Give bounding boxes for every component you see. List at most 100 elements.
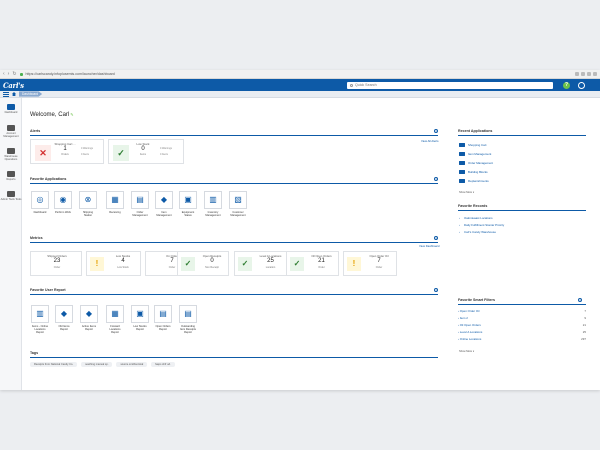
view-all-alerts-link[interactable]: View All Alerts (421, 139, 439, 143)
recent-app-link[interactable]: Item Management (468, 152, 491, 156)
bookmark-icon[interactable] (575, 72, 579, 76)
sidebar-item-admin-tools[interactable]: Admin Tools Tools (0, 191, 22, 201)
breadcrumb-dashboard[interactable]: Dashboard (19, 91, 43, 97)
report-tile[interactable]: ◆ Old Items Report (55, 305, 73, 331)
sidebar-item-account-management[interactable]: Account Management (0, 125, 22, 138)
report-tile-label: Low Stocks Report (133, 325, 147, 332)
info-icon[interactable]: i (434, 236, 438, 240)
reload-icon[interactable]: ↻ (12, 71, 16, 77)
smart-filter-name: › Oil Open Orders (458, 323, 481, 327)
sidebar-item-label: Dashboard (4, 111, 18, 114)
boxes-icon: ◆ (160, 195, 168, 204)
help-icon[interactable]: ? (563, 81, 570, 89)
recent-app-link[interactable]: Replenishments (468, 179, 489, 183)
smart-filter-count: 9 (584, 316, 586, 320)
metric-card[interactable]: ✓ Level A Locations 25 Location (234, 251, 289, 276)
favorite-record-link[interactable]: Oakmleaast Locations (464, 216, 493, 220)
report-tile[interactable]: ▥ Items - Online Locations Report (31, 305, 49, 335)
app-tile-customer-management[interactable]: ▧ Customer Management (229, 191, 247, 217)
app-tile-inventory-management[interactable]: ▥ Inventory Management (204, 191, 222, 217)
info-icon[interactable]: i (434, 177, 438, 181)
app-tile-label: Shipping Station (82, 211, 94, 218)
recent-app-link[interactable]: Shopping Cart (468, 143, 486, 147)
extension-icon[interactable] (587, 72, 591, 76)
info-icon[interactable]: i (434, 129, 438, 133)
address-bar[interactable]: https://carlscandy.infoplusemis.com/laun… (26, 72, 572, 76)
pallet-icon: ▦ (111, 195, 119, 204)
edit-icon[interactable]: ✎ (70, 112, 73, 117)
tag[interactable]: seething manual sp. (81, 362, 113, 368)
alert-alerts: 0 Alerts (81, 153, 89, 156)
blocks-icon (459, 170, 465, 174)
smart-filter-count: 297 (581, 337, 586, 341)
info-icon[interactable]: i (434, 288, 438, 292)
section-divider (458, 304, 586, 305)
report-tile[interactable]: ▦ Forward Locations Report (106, 305, 124, 335)
browser-window: ‹ › ↻ https://carlscandy.infoplusemis.co… (0, 70, 600, 390)
metric-card[interactable]: ✓ Open Receipts 0 Non Receipt (177, 251, 229, 276)
search-icon (350, 83, 353, 87)
forward-arrow-icon[interactable]: › (8, 71, 10, 77)
menu-icon[interactable] (593, 72, 597, 76)
hamburger-menu-icon[interactable] (3, 91, 9, 97)
app-logo[interactable]: Carl's (3, 81, 24, 90)
app-tile-order-management[interactable]: ▤ Order Management (131, 191, 149, 217)
favorite-record-link[interactable]: Carl's Candy Warehouse (464, 230, 496, 234)
report-tile[interactable]: ◆ Active Items Report (80, 305, 98, 331)
report-tile[interactable]: ▤ Outstanding Item Receipts Report (179, 305, 197, 335)
back-arrow-icon[interactable]: ‹ (3, 71, 5, 77)
smart-filter-row[interactable]: › Level A Locations 25 (458, 330, 586, 334)
app-tile-perform-work[interactable]: ◉ Perform Work (54, 191, 72, 214)
show-more-link[interactable]: Show More ▾ (459, 350, 474, 353)
metric-card[interactable]: ✓ Oil Open Orders 21 Order (286, 251, 339, 276)
tag[interactable]: source.smithsonical (116, 362, 148, 368)
search-input[interactable] (355, 83, 550, 87)
report-tile-label: Forward Locations Report (109, 325, 121, 335)
tag[interactable]: Receipts from National Candy Co. (30, 362, 78, 368)
app-tile-dashboard[interactable]: ◎ Dashboard (31, 191, 49, 214)
alert-unit: Orders (61, 153, 69, 156)
metric-card[interactable]: Shipped Orders 23 Order (30, 251, 82, 276)
smart-filter-count: 7 (584, 309, 586, 313)
alert-card-shopping-cart[interactable]: ✕ Shopping Cart ... 1 Orders 0 Warnings … (30, 139, 104, 164)
sidebar-item-dashboard[interactable]: Dashboard (0, 104, 22, 114)
app-tile-label: Receiving (109, 211, 121, 214)
extension-icon[interactable] (581, 72, 585, 76)
app-tile-equipment-status[interactable]: ▣ Equipment Status (179, 191, 197, 217)
alerts-title: Alerts (30, 129, 41, 133)
warning-icon: ! (347, 257, 361, 271)
recent-app-link[interactable]: Building Blocks (468, 170, 488, 174)
report-tile[interactable]: ▤ Open Orders Report (154, 305, 172, 331)
recent-applications-title: Recent Applications (458, 129, 493, 133)
favorite-user-report-title: Favorite User Report (30, 288, 66, 292)
main-content: Welcome, Carl✎ Alerts i View All Alerts … (22, 98, 600, 390)
recent-app-link[interactable]: Order Management (468, 161, 493, 165)
smart-filter-row[interactable]: › Online Locations 297 (458, 337, 586, 341)
smart-filter-row[interactable]: › Oil Open Orders 21 (458, 323, 586, 327)
sidebar-item-warehouse-operations[interactable]: Warehouse Operations (0, 148, 22, 161)
quick-search[interactable] (347, 81, 553, 89)
show-more-link[interactable]: Show More ▾ (459, 191, 474, 194)
favorite-record-link[interactable]: Daily Fulfillment Stoniar Priority (464, 223, 504, 227)
home-icon[interactable] (12, 92, 16, 96)
smart-filter-name: › Open Order Oil (458, 309, 480, 313)
tags-list: Receipts from National Candy Co. seethin… (30, 362, 175, 368)
view-dashboard-link[interactable]: View Dashboard (419, 244, 439, 248)
metric-card[interactable]: ! Low Stocks 4 Low Stock (86, 251, 141, 276)
metric-card[interactable]: ! Open Order Oil 7 Order (343, 251, 397, 276)
app-tile-item-management[interactable]: ◆ Item Management (155, 191, 173, 217)
smart-filter-row[interactable]: › Item 2 9 (458, 316, 586, 320)
report-tile[interactable]: ▣ Low Stocks Report (131, 305, 149, 331)
smart-filter-row[interactable]: › Open Order Oil 7 (458, 309, 586, 313)
app-tile-shipping-station[interactable]: ⊗ Shipping Station (79, 191, 97, 217)
app-tile-receiving[interactable]: ▦ Receiving (106, 191, 124, 214)
sidebar-item-reports[interactable]: Reports (0, 171, 22, 181)
sidebar-item-label: Admin Tools Tools (0, 198, 22, 201)
alert-card-low-stock[interactable]: ✓ Low Stock 0 Items 0 Warnings 0 Alerts (108, 139, 184, 164)
tag[interactable]: fasps shfr ud. (151, 362, 175, 368)
truck-icon: ▣ (184, 195, 192, 204)
section-divider (30, 357, 438, 358)
info-icon[interactable]: i (578, 298, 582, 302)
metric-value: 21 (318, 258, 325, 264)
user-avatar-icon[interactable] (578, 81, 585, 89)
